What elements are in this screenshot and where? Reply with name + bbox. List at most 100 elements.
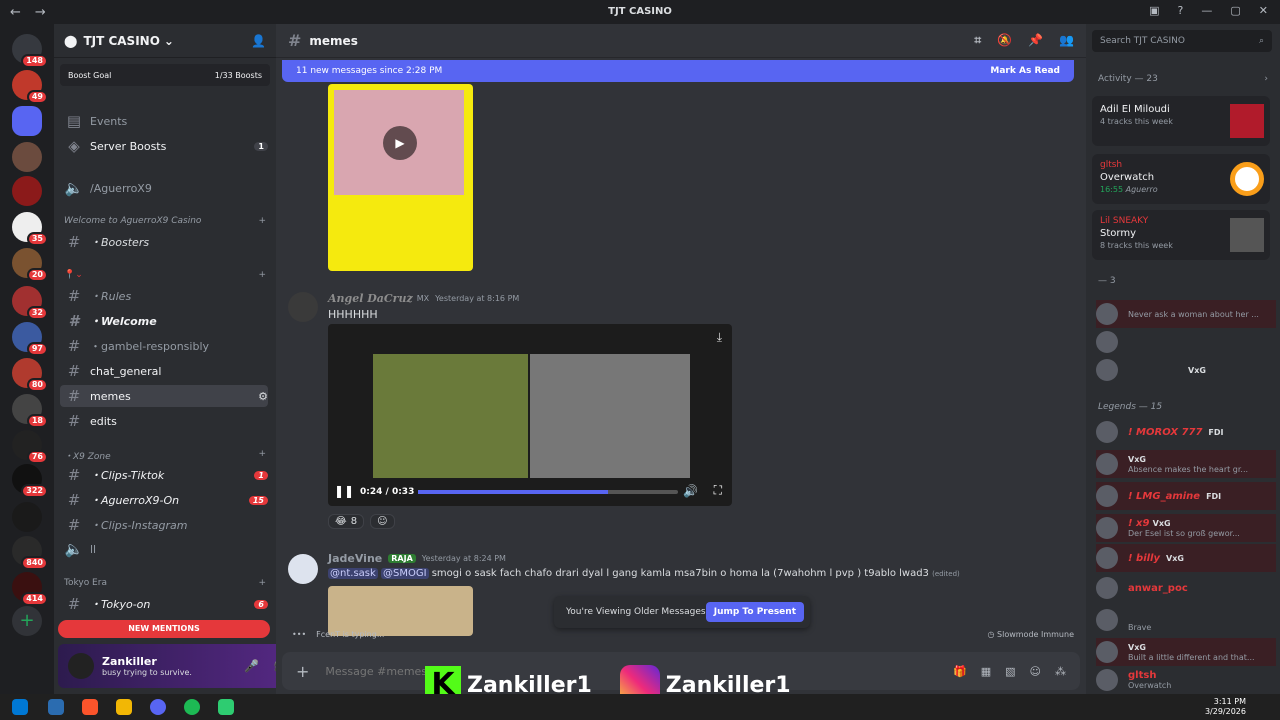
maximize-icon[interactable]: ▢ <box>1230 4 1240 17</box>
channel-edits[interactable]: # edits <box>60 410 268 432</box>
plus-icon[interactable]: + <box>258 578 266 588</box>
add-server-icon[interactable]: + <box>12 606 42 636</box>
image-attachment[interactable]: ▶ <box>328 84 473 271</box>
server-icon[interactable] <box>12 142 42 172</box>
boost-goal[interactable]: Boost Goal 1/33 Boosts <box>60 64 270 86</box>
server-icon[interactable]: 18 <box>12 394 48 428</box>
play-icon[interactable]: ▶ <box>383 126 417 160</box>
activity-header[interactable]: Activity — 23 › <box>1098 74 1268 84</box>
apps-icon[interactable]: ⁂ <box>1055 665 1066 678</box>
inbox-icon[interactable]: ▣ <box>1149 4 1159 17</box>
server-icon[interactable]: 20 <box>12 248 48 282</box>
voice-channel-aguerro[interactable]: 🔈 /AguerroX9 <box>60 177 268 199</box>
channel-aguerro-on[interactable]: # ・AguerroX9-On 15 <box>60 489 268 511</box>
plus-icon[interactable]: + <box>258 216 266 226</box>
member-item[interactable]: VxG <box>1096 356 1276 384</box>
fullscreen-icon[interactable]: ⛶ <box>714 483 722 498</box>
plus-icon[interactable]: + <box>258 270 266 280</box>
channel-clips-tiktok[interactable]: # ・Clips-Tiktok 1 <box>60 464 268 486</box>
activity-card[interactable]: Lil SNEAKY Stormy 8 tracks this week <box>1092 210 1270 260</box>
channel-welcome[interactable]: # ・Welcome <box>60 310 268 332</box>
mention[interactable]: @SMOGI <box>380 568 429 579</box>
channel-clips-instagram[interactable]: # ・Clips-Instagram <box>60 514 268 536</box>
server-icon[interactable] <box>12 176 42 206</box>
server-icon[interactable] <box>12 502 42 532</box>
category-tokyo[interactable]: Tokyo Era + <box>64 578 266 588</box>
plus-icon[interactable]: + <box>258 449 266 462</box>
gear-icon[interactable]: ⚙ <box>258 390 268 403</box>
server-icon[interactable]: 32 <box>12 286 48 320</box>
member-item[interactable]: anwar_poc <box>1096 574 1276 602</box>
member-item[interactable]: ! billy VxG <box>1096 544 1276 572</box>
new-messages-bar[interactable]: 11 new messages since 2:28 PM Mark As Re… <box>282 60 1074 82</box>
image-attachment[interactable] <box>328 586 473 636</box>
server-icon[interactable]: 322 <box>12 464 48 498</box>
member-item[interactable]: ! LMG_amine FDI <box>1096 482 1276 510</box>
category-welcome[interactable]: Welcome to AguerroX9 Casino + <box>64 216 266 226</box>
emoji-icon[interactable]: ☺ <box>1030 665 1041 678</box>
sticker-icon[interactable]: ▧ <box>1005 665 1015 678</box>
store-icon[interactable] <box>48 699 64 715</box>
author-name[interactable]: Angel DaCruz <box>328 292 413 305</box>
home-button[interactable]: 148 <box>12 34 48 68</box>
app-icon[interactable] <box>218 699 234 715</box>
threads-icon[interactable]: ⌗ <box>974 33 981 48</box>
gift-icon[interactable]: 🎁 <box>953 665 967 678</box>
server-icon[interactable]: 840 <box>12 536 48 570</box>
mark-as-read-button[interactable]: Mark As Read <box>990 66 1060 76</box>
add-attachment-icon[interactable]: + <box>296 662 309 681</box>
channel-gambel[interactable]: # ・gambel-responsibly <box>60 335 268 357</box>
add-reaction-button[interactable]: ☺ <box>370 514 395 529</box>
channel-tokyo-on[interactable]: # ・Tokyo-on 6 <box>60 593 268 615</box>
channel-rules[interactable]: # ・Rules <box>60 285 268 307</box>
video-progress[interactable] <box>418 490 678 494</box>
new-mentions-button[interactable]: NEW MENTIONS <box>58 620 270 638</box>
server-icon[interactable]: 80 <box>12 358 48 392</box>
file-explorer-icon[interactable] <box>116 699 132 715</box>
server-header[interactable]: ⬤ TJT CASINO ⌄ 👤 <box>54 24 276 58</box>
video-player[interactable]: ⤓ ❚❚ 0:24 / 0:33 🔊 ⛶ <box>328 324 732 506</box>
channel-boosters[interactable]: # ・Boosters <box>60 231 268 253</box>
clock-time[interactable]: 3:11 PM <box>1205 697 1246 707</box>
reaction-laugh[interactable]: 😂 8 <box>328 514 365 529</box>
pin-icon[interactable]: 📌 <box>1028 33 1043 48</box>
microphone-icon[interactable]: 🎤 <box>244 659 259 673</box>
pause-icon[interactable]: ❚❚ <box>334 484 354 498</box>
member-item[interactable]: Never ask a woman about her ... <box>1096 300 1276 328</box>
server-icon[interactable]: 414 <box>12 572 48 606</box>
gif-icon[interactable]: ▦ <box>981 665 991 678</box>
mute-icon[interactable]: 🔕 <box>997 33 1012 48</box>
member-item[interactable] <box>1096 328 1276 356</box>
jump-to-present-button[interactable]: Jump To Present <box>705 602 804 622</box>
minimize-icon[interactable]: — <box>1201 4 1212 17</box>
author-name[interactable]: JadeVine <box>328 552 382 565</box>
windows-start-icon[interactable] <box>12 699 28 715</box>
category-unnamed[interactable]: 📍⌄ + <box>64 270 266 280</box>
folder-icon[interactable] <box>12 106 42 136</box>
avatar[interactable] <box>288 292 318 322</box>
voice-channel-ll[interactable]: 🔈 ll <box>60 538 268 560</box>
member-item[interactable]: VxG Built a little different and that... <box>1096 638 1276 666</box>
download-icon[interactable]: ⤓ <box>717 330 722 345</box>
mention[interactable]: @nt.sask <box>328 568 378 579</box>
activity-card[interactable]: Adil El Miloudi 4 tracks this week <box>1092 96 1270 146</box>
member-item[interactable]: Brave <box>1096 606 1276 634</box>
clock-date[interactable]: 3/29/2026 <box>1205 707 1246 717</box>
help-icon[interactable]: ? <box>1178 4 1184 17</box>
member-item[interactable]: gltsh Overwatch <box>1096 666 1276 694</box>
add-member-icon[interactable]: 👤 <box>251 34 266 48</box>
server-icon[interactable]: 35 <box>12 212 48 246</box>
member-item[interactable]: ! MOROX 777 FDI <box>1096 418 1276 446</box>
server-icon[interactable]: 49 <box>12 70 48 104</box>
channel-events[interactable]: ▤ Events <box>60 110 268 132</box>
spotify-icon[interactable] <box>184 699 200 715</box>
members-icon[interactable]: 👥 <box>1059 33 1074 48</box>
close-icon[interactable]: ✕ <box>1259 4 1268 17</box>
search-box[interactable]: Search TJT CASINO ⌕ <box>1092 30 1272 52</box>
channel-chat-general[interactable]: # chat_general <box>60 360 268 382</box>
discord-icon[interactable] <box>150 699 166 715</box>
server-icon[interactable]: 76 <box>12 430 48 464</box>
channel-server-boosts[interactable]: ◈ Server Boosts 1 <box>60 135 268 157</box>
server-icon[interactable]: 97 <box>12 322 48 356</box>
member-item[interactable]: ! x9 VxG Der Esel ist so groß gewor... <box>1096 514 1276 542</box>
